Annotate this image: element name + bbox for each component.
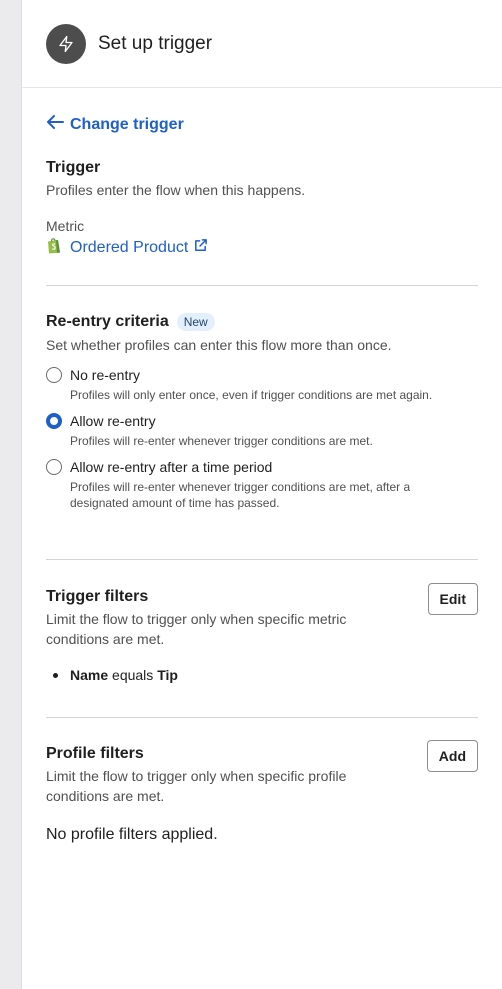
reentry-section: Re-entry criteria New Set whether profil… xyxy=(46,313,478,511)
panel-header: Set up trigger xyxy=(22,0,502,88)
canvas-background-strip xyxy=(0,0,22,989)
radio-help: Profiles will re-enter whenever trigger … xyxy=(70,480,411,510)
radio-button[interactable] xyxy=(46,367,62,383)
filter-condition: Name equals Tip xyxy=(46,667,478,683)
shopify-bag-icon xyxy=(46,237,62,259)
radio-text: Allow re-entry after a time period Profi… xyxy=(70,457,450,511)
lightning-bolt-icon xyxy=(46,23,86,64)
radio-option-no-reentry[interactable]: No re-entry Profiles will only enter onc… xyxy=(46,365,478,403)
change-trigger-label: Change trigger xyxy=(70,115,184,133)
radio-button-selected[interactable] xyxy=(46,413,62,429)
filter-field: Name xyxy=(70,667,109,683)
radio-option-reentry-after-period[interactable]: Allow re-entry after a time period Profi… xyxy=(46,457,478,511)
radio-label: No re-entry xyxy=(70,367,141,383)
section-divider xyxy=(46,559,478,560)
change-trigger-link[interactable]: Change trigger xyxy=(46,114,184,135)
trigger-section: Trigger Profiles enter the flow when thi… xyxy=(46,159,478,259)
profile-filters-description: Limit the flow to trigger only when spec… xyxy=(46,768,347,804)
radio-text: Allow re-entry Profiles will re-enter wh… xyxy=(70,411,373,449)
radio-help: Profiles will re-enter whenever trigger … xyxy=(70,434,373,448)
edit-trigger-filters-button[interactable]: Edit xyxy=(427,583,478,615)
trigger-description: Profiles enter the flow when this happen… xyxy=(46,182,306,198)
section-divider xyxy=(46,285,478,286)
trigger-filter-list: Name equals Tip xyxy=(46,667,478,683)
trigger-filters-description: Limit the flow to trigger only when spec… xyxy=(46,611,347,647)
arrow-left-icon xyxy=(46,114,70,135)
trigger-title: Trigger xyxy=(46,159,101,176)
radio-help: Profiles will only enter once, even if t… xyxy=(70,388,433,402)
reentry-description: Set whether profiles can enter this flow… xyxy=(46,337,392,353)
metric-label: Metric xyxy=(46,218,85,234)
panel-content: Change trigger Trigger Profiles enter th… xyxy=(22,114,502,844)
no-profile-filters-text: No profile filters applied. xyxy=(46,826,218,843)
new-badge: New xyxy=(176,313,215,331)
bullet xyxy=(53,672,58,678)
reentry-title-row: Re-entry criteria New xyxy=(46,313,478,331)
external-link-icon xyxy=(193,238,208,258)
trigger-filters-title: Trigger filters xyxy=(46,588,149,605)
reentry-title: Re-entry criteria xyxy=(46,313,169,330)
trigger-setup-panel: Set up trigger Change trigger Trigger Pr… xyxy=(22,0,502,989)
radio-button[interactable] xyxy=(46,459,62,475)
radio-label: Allow re-entry xyxy=(70,413,156,429)
radio-text: No re-entry Profiles will only enter onc… xyxy=(70,365,432,403)
radio-option-allow-reentry[interactable]: Allow re-entry Profiles will re-enter wh… xyxy=(46,411,478,449)
metric-value: Ordered Product xyxy=(70,239,189,256)
trigger-filters-section: Trigger filters Limit the flow to trigge… xyxy=(46,583,478,683)
metric-link[interactable]: Ordered Product xyxy=(46,237,208,259)
profile-filters-section: Profile filters Limit the flow to trigge… xyxy=(46,740,478,844)
page-title: Set up trigger xyxy=(98,32,213,54)
profile-filters-title: Profile filters xyxy=(46,745,144,762)
add-profile-filter-button[interactable]: Add xyxy=(426,740,478,772)
filter-operator: equals xyxy=(112,667,154,683)
radio-label: Allow re-entry after a time period xyxy=(70,459,273,475)
section-divider xyxy=(46,717,478,718)
filter-value: Tip xyxy=(157,667,178,683)
